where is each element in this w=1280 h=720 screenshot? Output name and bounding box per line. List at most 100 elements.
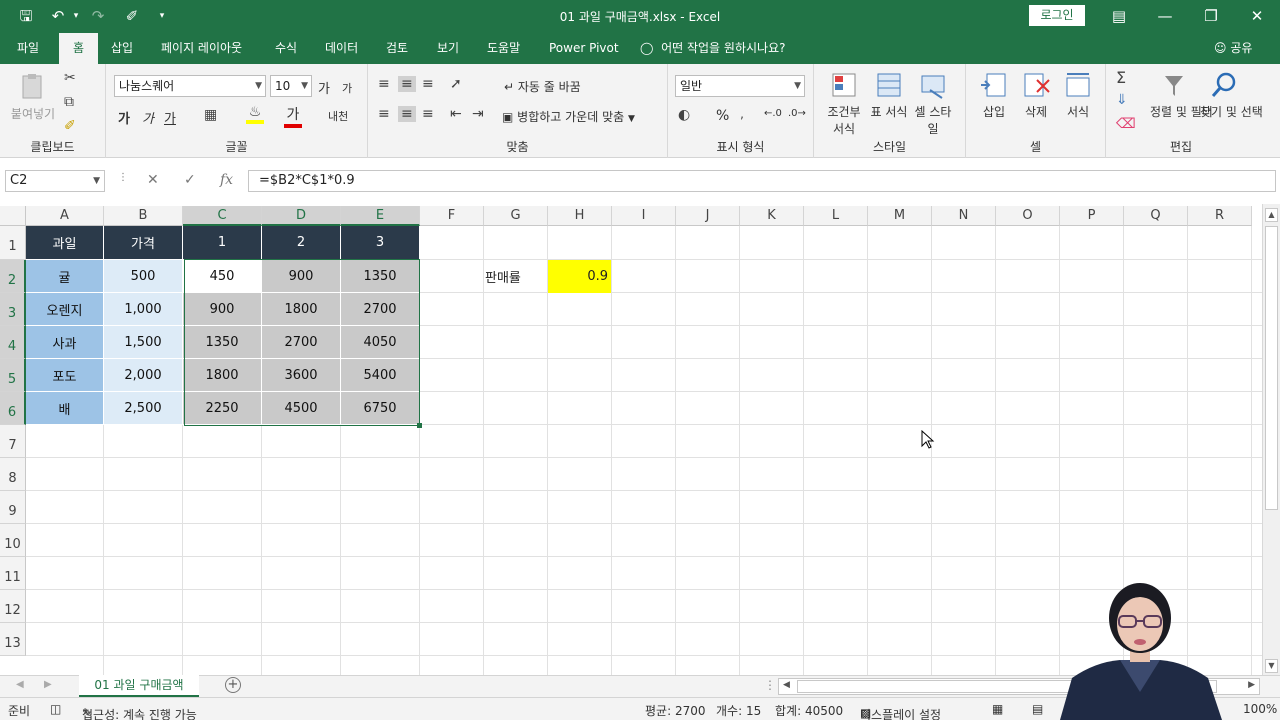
percent-button[interactable]: %	[716, 108, 729, 124]
format-painter-icon[interactable]: ✐	[120, 6, 144, 26]
sales-rate-label[interactable]: 판매률	[485, 267, 521, 286]
comma-icon[interactable]: ‚	[740, 107, 744, 121]
save-icon[interactable]: 🖫	[14, 6, 38, 26]
row-header-5[interactable]: 5	[0, 359, 26, 392]
price-cell[interactable]: 500	[104, 260, 183, 293]
amount-cell[interactable]: 2250	[183, 392, 262, 425]
align-bottom-icon[interactable]: ≡	[422, 76, 434, 92]
amount-cell[interactable]: 5400	[341, 359, 420, 392]
amount-cell[interactable]: 1800	[183, 359, 262, 392]
increase-indent-icon[interactable]: ⇥	[472, 106, 484, 122]
customize-qat-icon[interactable]: ▾	[150, 6, 174, 26]
enter-icon[interactable]: ✓	[184, 172, 196, 188]
column-header-d[interactable]: D	[262, 206, 341, 226]
cancel-icon[interactable]: ✕	[147, 172, 159, 188]
sales-rate-cell[interactable]: 0.9	[548, 260, 611, 293]
merge-center-button[interactable]: ▣ 병합하고 가운데 맞춤 ▼	[502, 108, 635, 125]
wrap-text-button[interactable]: ↵ 자동 줄 바꿈	[504, 78, 581, 95]
cell-styles-button[interactable]: 셀 스타일	[910, 70, 956, 137]
scroll-down-icon[interactable]: ▼	[1265, 659, 1278, 673]
fruit-name-cell[interactable]: 귤	[26, 260, 104, 293]
restore-button[interactable]: ❐	[1188, 4, 1234, 28]
autosum-icon[interactable]: Σ	[1116, 68, 1126, 87]
scroll-left-icon[interactable]: ◀	[783, 680, 790, 690]
fill-handle[interactable]	[417, 423, 422, 428]
sheet-tab[interactable]: 01 과일 구매금액	[79, 675, 199, 698]
row-header-3[interactable]: 3	[0, 293, 26, 326]
row-header-7[interactable]: 7	[0, 425, 26, 458]
row-header-9[interactable]: 9	[0, 491, 26, 524]
ribbon-display-icon[interactable]: ▤	[1096, 4, 1142, 28]
table-header-cell[interactable]: 과일	[26, 226, 104, 260]
table-header-cell[interactable]: 1	[183, 226, 262, 260]
format-table-button[interactable]: 표 서식	[870, 70, 908, 120]
table-header-cell[interactable]: 가격	[104, 226, 183, 260]
macro-record-icon[interactable]: ◫	[50, 702, 61, 716]
tab-review[interactable]: 검토	[386, 33, 408, 64]
column-header-m[interactable]: M	[868, 206, 932, 226]
fill-color-icon[interactable]: ♨	[246, 104, 264, 124]
align-left-icon[interactable]: ≡	[378, 106, 390, 122]
row-header-1[interactable]: 1	[0, 226, 26, 260]
font-name-select[interactable]: 나눔스퀘어 ▼	[114, 75, 266, 97]
bold-button[interactable]: 가	[118, 108, 130, 127]
column-header-j[interactable]: J	[676, 206, 740, 226]
tab-help[interactable]: 도움말	[487, 33, 520, 64]
scroll-right-icon[interactable]: ▶	[44, 679, 52, 690]
amount-cell[interactable]: 1350	[341, 260, 420, 293]
scroll-right-icon[interactable]: ▶	[1248, 680, 1255, 690]
amount-cell[interactable]: 4050	[341, 326, 420, 359]
amount-cell[interactable]: 450	[183, 260, 262, 293]
fill-icon[interactable]: ⇓	[1116, 92, 1128, 108]
shrink-font-button[interactable]: 가	[342, 80, 352, 96]
fruit-name-cell[interactable]: 사과	[26, 326, 104, 359]
column-header-n[interactable]: N	[932, 206, 996, 226]
row-header-10[interactable]: 10	[0, 524, 26, 557]
column-header-f[interactable]: F	[420, 206, 484, 226]
column-header-g[interactable]: G	[484, 206, 548, 226]
page-layout-view-icon[interactable]: ▤	[1032, 702, 1043, 716]
select-all-corner[interactable]	[0, 206, 26, 226]
tab-insert[interactable]: 삽입	[111, 33, 133, 64]
amount-cell[interactable]: 4500	[262, 392, 341, 425]
close-button[interactable]: ✕	[1234, 4, 1280, 28]
insert-cells-button[interactable]: 삽입	[976, 70, 1012, 120]
add-sheet-icon[interactable]: +	[225, 677, 241, 693]
font-color-icon[interactable]: 가	[284, 104, 302, 128]
align-top-icon[interactable]: ≡	[378, 76, 390, 92]
column-header-o[interactable]: O	[996, 206, 1060, 226]
align-right-icon[interactable]: ≡	[422, 106, 434, 122]
paste-button[interactable]: 붙여넣기	[8, 72, 58, 122]
price-cell[interactable]: 2,000	[104, 359, 183, 392]
font-size-select[interactable]: 10 ▼	[270, 75, 312, 97]
undo-dropdown-icon[interactable]: ▾	[64, 6, 88, 26]
decrease-decimal-icon[interactable]: .0→	[788, 108, 806, 119]
column-header-h[interactable]: H	[548, 206, 612, 226]
row-header-4[interactable]: 4	[0, 326, 26, 359]
tab-page-layout[interactable]: 페이지 레이아웃	[161, 33, 242, 64]
row-header-13[interactable]: 13	[0, 623, 26, 656]
accounting-icon[interactable]: ◐	[678, 107, 690, 123]
phonetic-button[interactable]: 내천	[328, 108, 348, 124]
row-header-8[interactable]: 8	[0, 458, 26, 491]
tab-formulas[interactable]: 수식	[275, 33, 297, 64]
row-header-2[interactable]: 2	[0, 260, 26, 293]
row-header-6[interactable]: 6	[0, 392, 26, 425]
column-header-i[interactable]: I	[612, 206, 676, 226]
zoom-level[interactable]: 100%	[1243, 702, 1277, 716]
orientation-icon[interactable]: ➚	[450, 76, 462, 92]
clear-icon[interactable]: ⌫	[1116, 116, 1136, 132]
insert-function-icon[interactable]: fx	[220, 172, 233, 188]
amount-cell[interactable]: 900	[262, 260, 341, 293]
align-center-icon[interactable]: ≡	[398, 106, 416, 122]
price-cell[interactable]: 1,000	[104, 293, 183, 326]
delete-cells-button[interactable]: 삭제	[1018, 70, 1054, 120]
column-header-a[interactable]: A	[26, 206, 104, 226]
minimize-button[interactable]: —	[1142, 4, 1188, 28]
grow-font-button[interactable]: 가	[318, 78, 330, 97]
scroll-up-icon[interactable]: ▲	[1265, 208, 1278, 222]
copy-icon[interactable]: ⧉	[64, 94, 74, 110]
row-header-12[interactable]: 12	[0, 590, 26, 623]
amount-cell[interactable]: 1350	[183, 326, 262, 359]
italic-button[interactable]: 가	[142, 108, 154, 127]
